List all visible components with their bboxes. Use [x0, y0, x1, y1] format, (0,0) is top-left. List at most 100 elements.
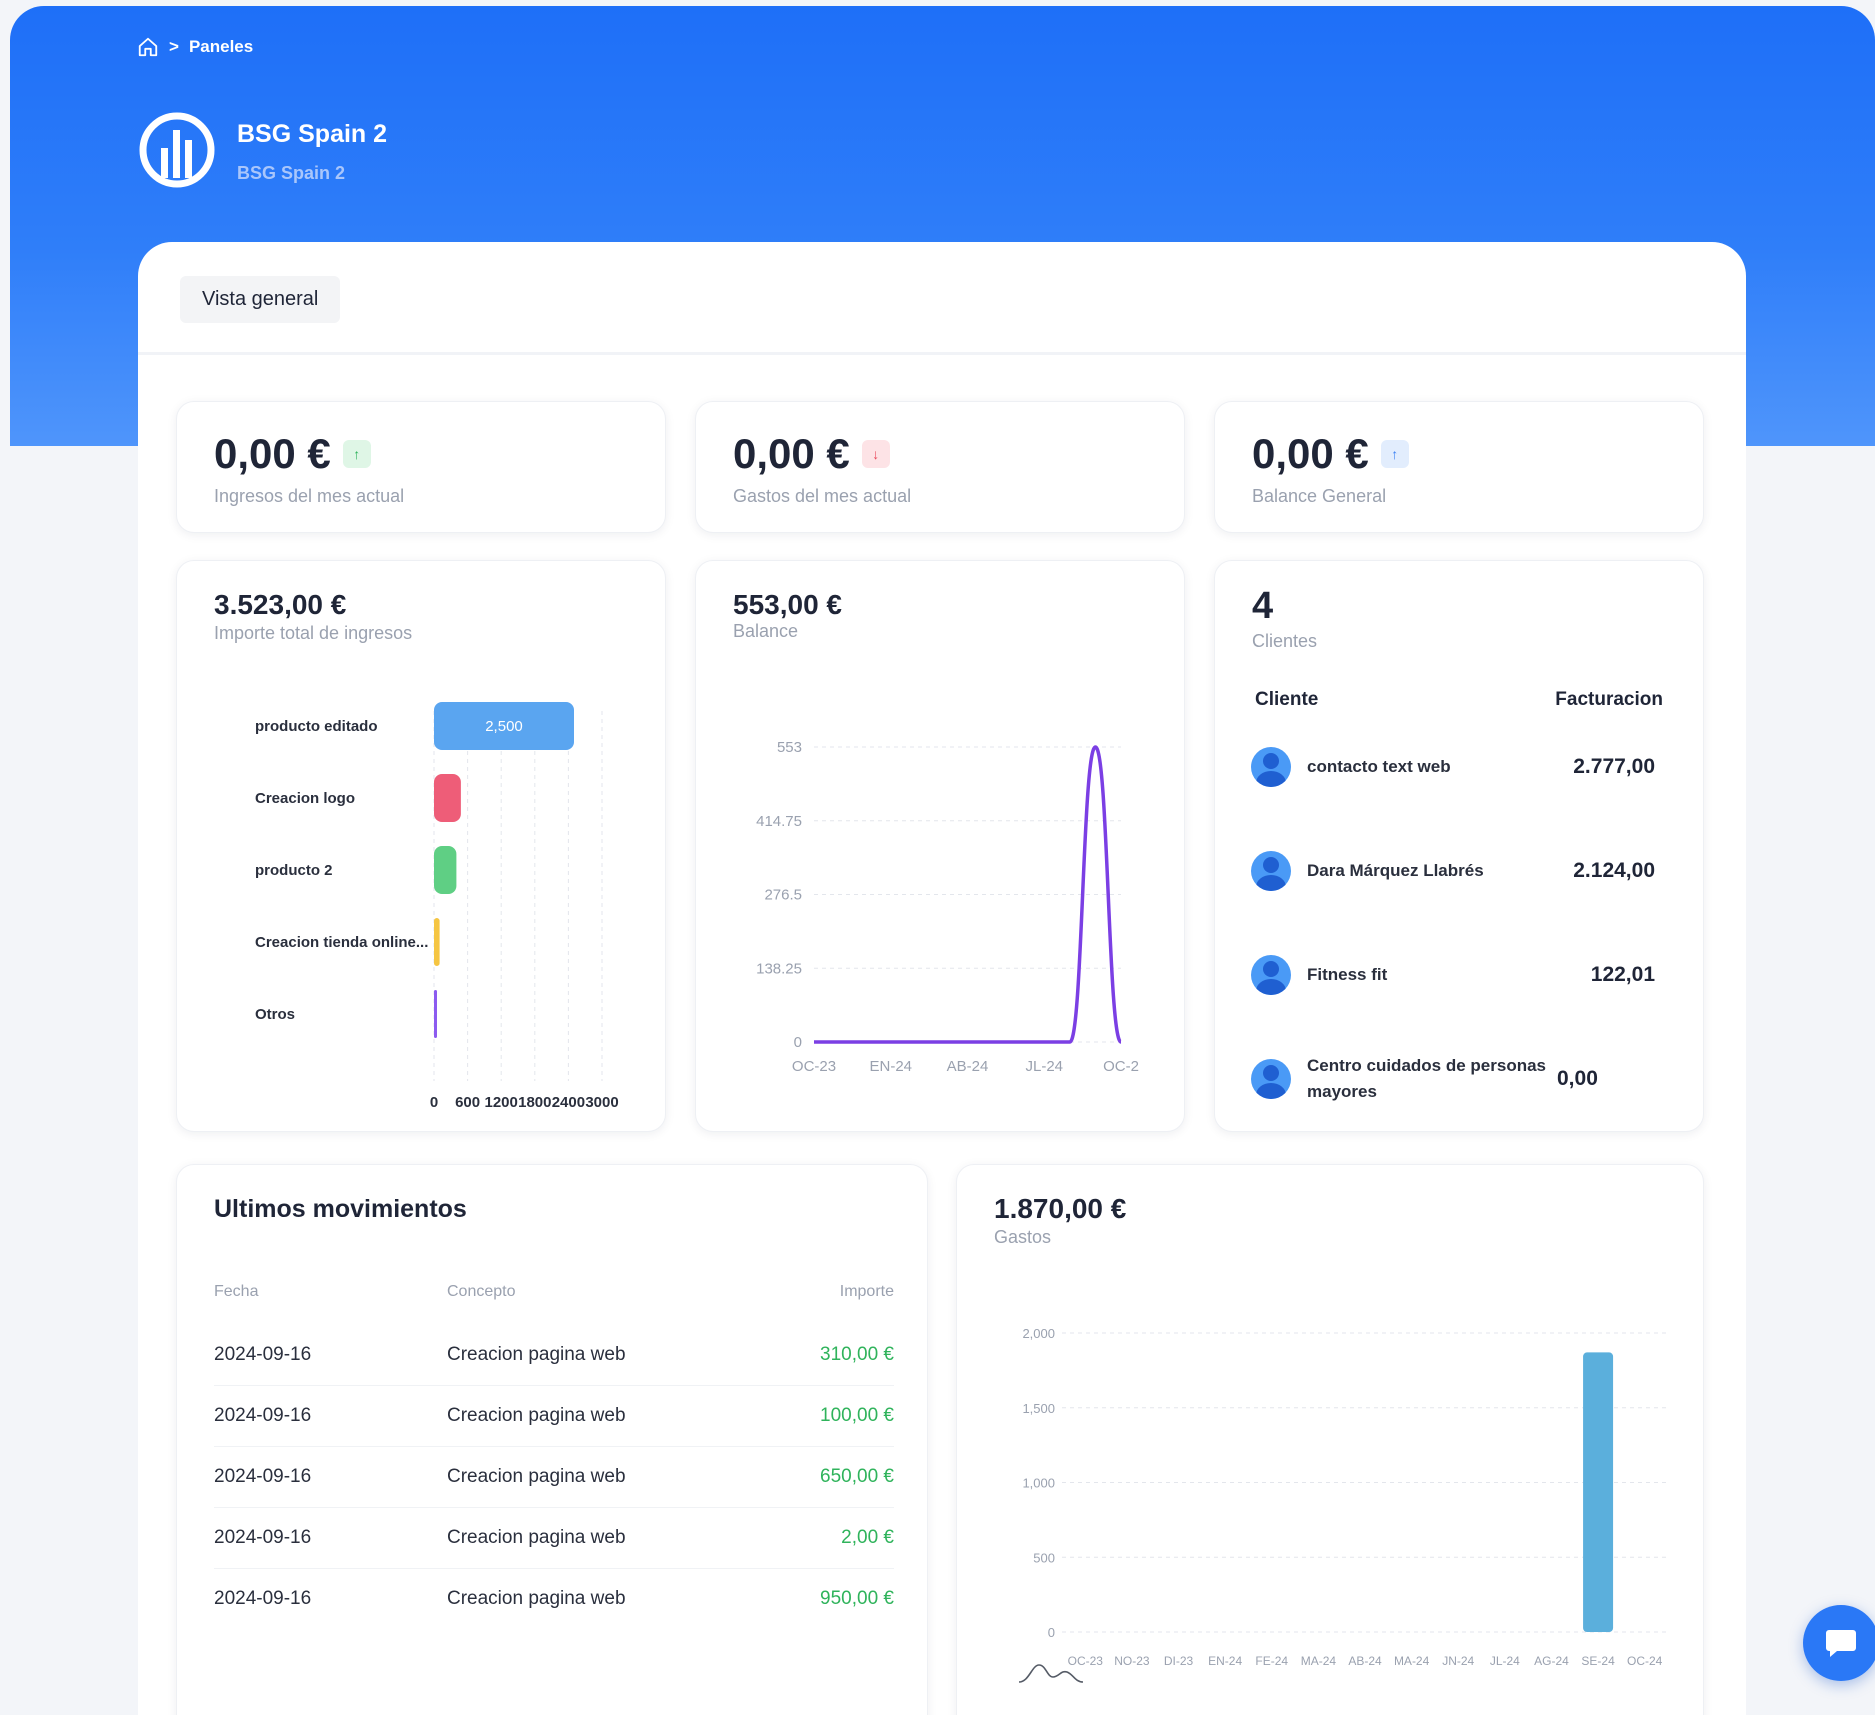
breadcrumb: > Paneles	[137, 36, 253, 58]
category-label: Otros	[255, 1006, 295, 1023]
row-concepto: Creacion pagina web	[447, 1344, 626, 1365]
y-tick-label: 2,000	[1022, 1326, 1055, 1341]
kpi-label: Balance General	[1252, 486, 1387, 506]
chat-bubble-icon[interactable]	[1803, 1605, 1875, 1681]
kpi-value: 0,00 €	[733, 430, 850, 477]
clientes-card: 4 Clientes Cliente Facturacion contacto …	[1214, 560, 1704, 1132]
row-fecha: 2024-09-16	[214, 1588, 312, 1609]
x-tick-label: 1200	[485, 1094, 518, 1111]
table-row[interactable]: 2024-09-16 Creacion pagina web 950,00 €	[214, 1569, 894, 1629]
client-amount: 0,00	[1557, 1067, 1598, 1090]
arrow-up-icon: ↑	[1380, 440, 1409, 468]
kpi-label: Gastos del mes actual	[733, 486, 912, 506]
row-importe: 2,00 €	[841, 1527, 894, 1548]
x-tick-label: OC-23	[1068, 1654, 1104, 1668]
kpi-value: 0,00 €	[1252, 430, 1369, 477]
bar	[434, 846, 457, 894]
client-row[interactable]: Dara Márquez Llabrés 2.124,00	[1251, 849, 1655, 893]
home-icon[interactable]	[137, 36, 159, 58]
brand: BSG Spain 2 BSG Spain 2	[137, 110, 387, 190]
client-name: Dara Márquez Llabrés	[1307, 861, 1484, 880]
x-tick-label: 3000	[585, 1094, 618, 1111]
x-tick-label: OC-2	[1103, 1058, 1139, 1075]
kpi-card-gastos: 0,00 € ↓ Gastos del mes actual	[695, 401, 1185, 533]
client-row[interactable]: contacto text web 2.777,00	[1251, 745, 1655, 789]
bar	[1583, 1352, 1614, 1632]
app-frame: > Paneles BSG Spain 2 BSG Spain 2 Vista …	[10, 6, 1875, 1715]
x-tick-label: MA-24	[1394, 1654, 1430, 1668]
kpi-card-ingresos: 0,00 € ↑ Ingresos del mes actual	[176, 401, 666, 533]
y-tick-label: 1,500	[1022, 1401, 1055, 1416]
user-avatar-icon	[1251, 955, 1291, 995]
gastos-card: 1.870,00 € Gastos 0 500 1,000 1,500 2,000 OC-…	[956, 1164, 1704, 1715]
table-row[interactable]: 2024-09-16 Creacion pagina web 650,00 €	[214, 1447, 894, 1508]
x-tick-label: DI-23	[1164, 1654, 1194, 1668]
row-importe: 950,00 €	[820, 1588, 894, 1609]
x-tick-label: AB-24	[947, 1058, 989, 1075]
x-tick-label: NO-23	[1114, 1654, 1150, 1668]
y-tick-label: 138.25	[756, 960, 802, 977]
table-header: Fecha Concepto Importe	[214, 1283, 894, 1325]
category-label: producto editado	[255, 718, 378, 735]
row-concepto: Creacion pagina web	[447, 1588, 626, 1609]
x-tick-label: FE-24	[1255, 1654, 1288, 1668]
balance-line-chart: 0 138.25 276.5 414.75 553 OC-23 EN-24 AB-24 JL-2…	[756, 739, 1139, 1075]
movimientos-card: Ultimos movimientos Fecha Concepto Impor…	[176, 1164, 928, 1715]
kpi-label: Ingresos del mes actual	[214, 486, 405, 506]
bar	[434, 774, 461, 822]
breadcrumb-current[interactable]: Paneles	[189, 37, 253, 57]
movimientos-table: Fecha Concepto Importe 2024-09-16 Creaci…	[214, 1283, 894, 1629]
y-tick-label: 1,000	[1022, 1476, 1055, 1491]
row-importe: 650,00 €	[820, 1466, 894, 1487]
bar-chart-circle-icon	[137, 110, 217, 190]
arrow-up-icon: ↑	[342, 440, 371, 468]
client-row[interactable]: Centro cuidados de personas mayores 0,00	[1251, 1049, 1655, 1109]
col-fecha: Fecha	[214, 1283, 259, 1300]
col-facturacion: Facturacion	[1555, 689, 1663, 710]
dashboard-panel: Vista general 0,00 € ↑ Ingresos del mes a…	[138, 242, 1746, 1715]
balance-card: 553,00 € Balance 0 138.25 276.5 414.75 553 OC…	[695, 560, 1185, 1132]
row-fecha: 2024-09-16	[214, 1466, 312, 1487]
breadcrumb-separator: >	[169, 37, 179, 56]
gastos-bar-chart: 0 500 1,000 1,500 2,000 OC-23 NO-23 DI-23 EN-24 F…	[1018, 1326, 1668, 1683]
y-tick-label: 414.75	[756, 813, 802, 830]
company-title: BSG Spain 2	[237, 120, 388, 148]
clientes-count: 4	[1252, 585, 1274, 627]
table-row[interactable]: 2024-09-16 Creacion pagina web 310,00 €	[214, 1325, 894, 1386]
x-tick-label: 1800	[518, 1094, 551, 1111]
x-tick-label: EN-24	[1208, 1654, 1242, 1668]
data-label: 2,500	[485, 718, 523, 735]
y-tick-label: 0	[1048, 1625, 1055, 1640]
client-amount: 2.124,00	[1573, 859, 1655, 882]
movimientos-title: Ultimos movimientos	[214, 1195, 467, 1223]
tab-bar: Vista general	[138, 242, 1746, 355]
tab-vista-general[interactable]: Vista general	[180, 276, 341, 323]
table-row[interactable]: 2024-09-16 Creacion pagina web 2,00 €	[214, 1508, 894, 1569]
x-tick-label: 600	[455, 1094, 480, 1111]
x-tick-label: OC-23	[792, 1058, 836, 1075]
row-importe: 100,00 €	[820, 1405, 894, 1426]
col-importe: Importe	[839, 1283, 894, 1300]
user-avatar-icon	[1251, 1059, 1291, 1099]
x-tick-label: EN-24	[869, 1058, 912, 1075]
bar	[434, 918, 440, 966]
x-tick-label: JL-24	[1490, 1654, 1520, 1668]
row-importe: 310,00 €	[820, 1344, 894, 1365]
col-concepto: Concepto	[447, 1283, 516, 1300]
kpi-value: 0,00 €	[214, 430, 331, 477]
client-row[interactable]: Fitness fit 122,01	[1251, 953, 1655, 997]
row-concepto: Creacion pagina web	[447, 1466, 626, 1487]
x-tick-label: JL-24	[1025, 1058, 1063, 1075]
client-name: Fitness fit	[1307, 965, 1388, 984]
x-tick-label: 2400	[552, 1094, 585, 1111]
table-row[interactable]: 2024-09-16 Creacion pagina web 100,00 €	[214, 1386, 894, 1447]
row-concepto: Creacion pagina web	[447, 1405, 626, 1426]
x-tick-label: AB-24	[1348, 1654, 1382, 1668]
x-tick-label: OC-24	[1627, 1654, 1663, 1668]
y-tick-label: 553	[777, 739, 802, 756]
clientes-label: Clientes	[1252, 631, 1318, 651]
y-tick-label: 500	[1033, 1550, 1055, 1565]
ingresos-bar-chart: 0 600 1200 1800 2400 3000 producto editado 2,50…	[255, 702, 619, 1111]
row-fecha: 2024-09-16	[214, 1527, 312, 1548]
row-fecha: 2024-09-16	[214, 1405, 312, 1426]
